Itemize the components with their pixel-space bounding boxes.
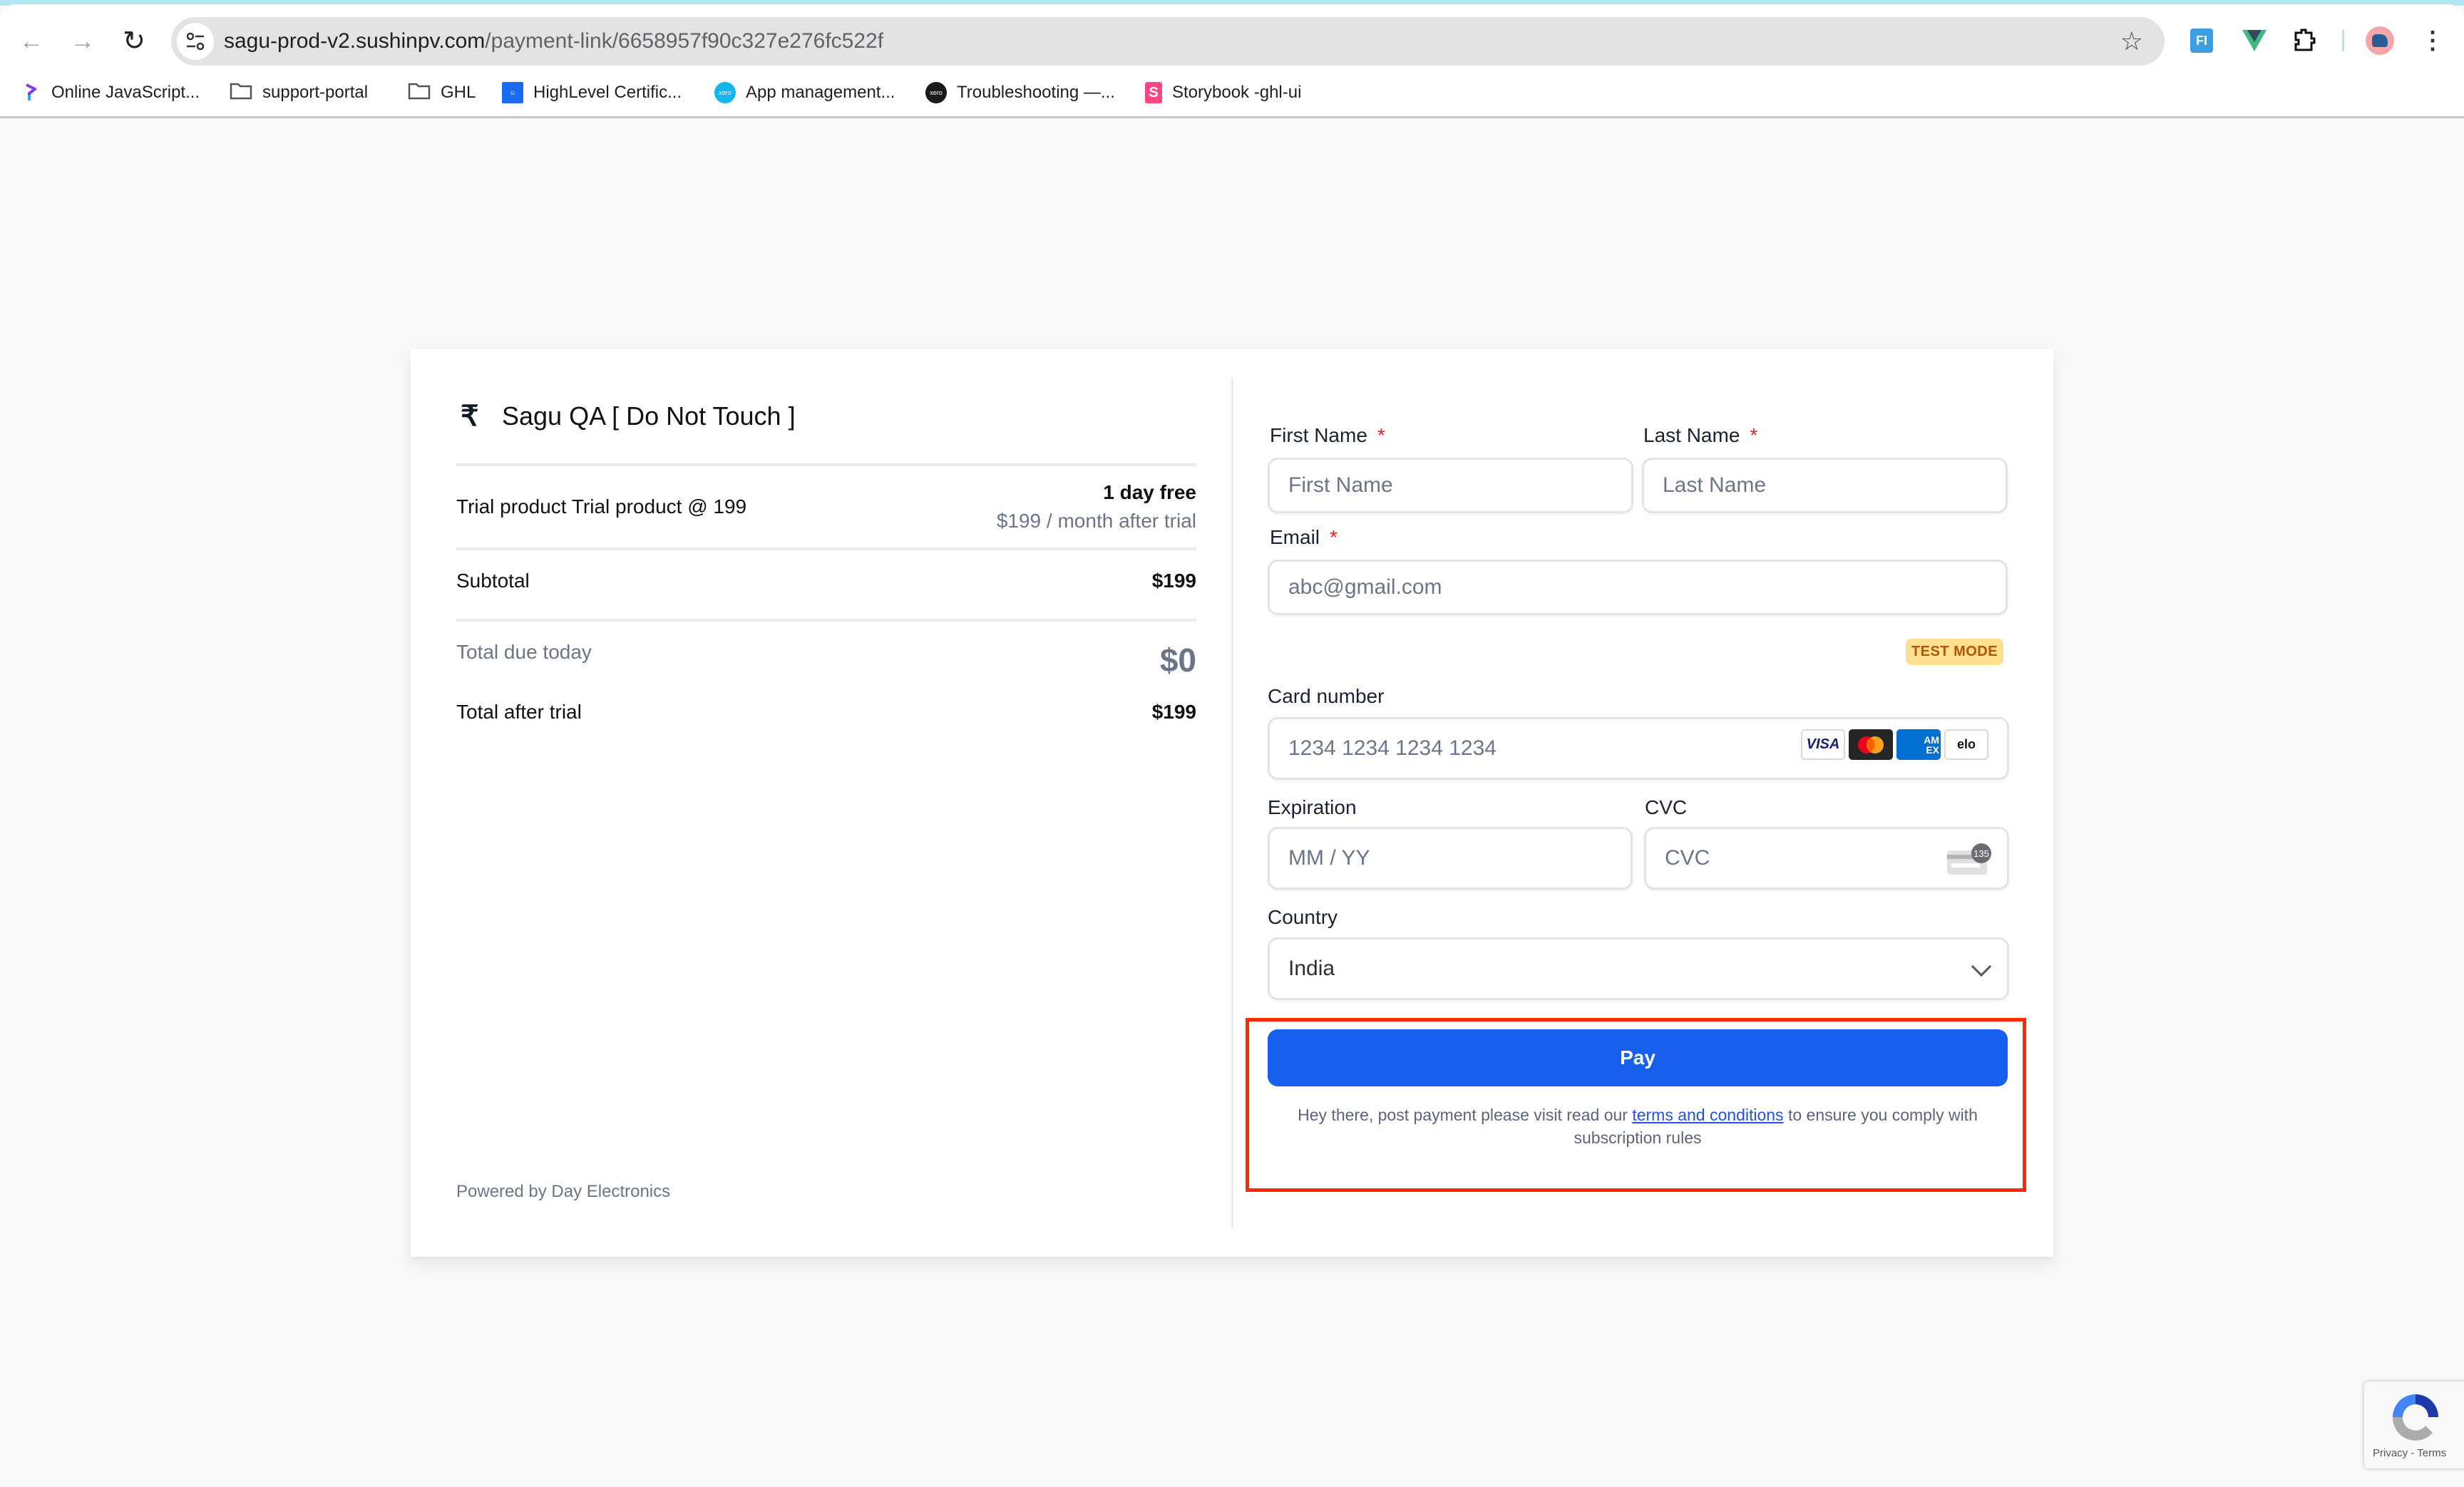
bookmark-support-portal[interactable]: support-portal <box>230 80 368 106</box>
email-input[interactable]: abc@gmail.com <box>1268 560 2008 615</box>
bookmark-label: support-portal <box>262 83 369 102</box>
due-today-label: Total due today <box>456 641 592 663</box>
trial-label: 1 day free <box>1103 481 1196 503</box>
bookmark-app-management[interactable]: xero App management... <box>714 80 895 106</box>
vue-devtools-icon[interactable] <box>2240 26 2269 56</box>
bookmark-label: Storybook -ghl-ui <box>1172 83 1302 102</box>
test-mode-badge: TEST MODE <box>1906 639 2003 665</box>
required-mark: * <box>1377 424 1385 446</box>
profile-avatar[interactable] <box>2366 26 2394 56</box>
label-text: Email <box>1270 526 1320 548</box>
country-select[interactable]: India <box>1268 937 2009 1000</box>
divider <box>456 463 1196 466</box>
storybook-icon: S <box>1145 82 1162 103</box>
url-text[interactable]: sagu-prod-v2.sushinpv.com/payment-link/6… <box>224 27 883 56</box>
recaptcha-logo-icon <box>2388 1390 2443 1448</box>
extensions-puzzle-icon[interactable] <box>2290 26 2319 56</box>
folder-icon <box>408 81 431 105</box>
bookmark-label: Online JavaScript... <box>51 83 200 102</box>
rupee-icon: ₹ <box>461 401 479 432</box>
required-mark: * <box>1330 526 1338 548</box>
expiration-input[interactable]: MM / YY <box>1268 827 1633 890</box>
amex-icon: AM EX <box>1896 729 1941 760</box>
playcode-icon <box>20 82 41 103</box>
after-trial-label: Total after trial <box>456 701 582 723</box>
site-info-button[interactable] <box>177 23 214 60</box>
fi-extension-icon[interactable]: FI <box>2187 26 2216 56</box>
bookmark-ghl[interactable]: GHL <box>408 80 476 106</box>
bookmark-star-icon[interactable]: ☆ <box>2120 26 2143 57</box>
due-today-value: $0 <box>1159 642 1196 679</box>
required-mark: * <box>1750 424 1758 446</box>
menu-kebab-icon[interactable]: ⋮ <box>2418 26 2447 56</box>
trial-after-price: $199 / month after trial <box>996 510 1196 532</box>
highlight-box <box>1246 1018 2026 1192</box>
product-name: Trial product Trial product @ 199 <box>456 495 747 518</box>
cvc-label: CVC <box>1645 796 1688 818</box>
store-name: Sagu QA [ Do Not Touch ] <box>502 401 796 431</box>
last-name-label: Last Name * <box>1643 423 1757 448</box>
highlevel-icon: ☺ <box>502 82 523 103</box>
divider <box>456 619 1196 622</box>
toolbar-separator <box>2342 30 2344 51</box>
tune-icon <box>186 32 205 51</box>
first-name-label: First Name * <box>1270 423 1385 448</box>
placeholder: MM / YY <box>1288 846 1370 870</box>
subtotal-value: $199 <box>1151 570 1196 592</box>
country-value: India <box>1288 957 1335 980</box>
xero-icon: xero <box>714 82 736 103</box>
forward-button[interactable]: → <box>67 26 98 57</box>
card-number-label: Card number <box>1268 685 1385 707</box>
placeholder: Last Name <box>1663 473 1767 497</box>
bookmark-troubleshooting[interactable]: xero Troubleshooting —... <box>925 80 1115 106</box>
powered-by: Powered by Day Electronics <box>456 1182 671 1201</box>
xero-dark-icon: xero <box>925 82 947 103</box>
back-button[interactable]: ← <box>16 26 47 57</box>
url-host: sagu-prod-v2.sushinpv.com <box>224 29 486 53</box>
bookmark-highlevel[interactable]: ☺ HighLevel Certific... <box>502 80 682 106</box>
url-path: /payment-link/6658957f90c327e276fc522f <box>485 29 884 53</box>
visa-icon: VISA <box>1801 729 1845 760</box>
cvc-hint: 135 <box>1971 843 1991 863</box>
elo-icon: elo <box>1944 729 1988 760</box>
bookmark-label: App management... <box>746 83 895 102</box>
bookmark-label: HighLevel Certific... <box>533 83 682 102</box>
subtotal-label: Subtotal <box>456 570 530 592</box>
expiration-label: Expiration <box>1268 796 1357 818</box>
bookmarks-bar: Online JavaScript... support-portal GHL … <box>0 67 2464 118</box>
last-name-input[interactable]: Last Name <box>1642 458 2008 513</box>
label-text: First Name <box>1270 424 1367 446</box>
bookmark-label: GHL <box>441 83 476 102</box>
placeholder: abc@gmail.com <box>1288 575 1442 599</box>
chevron-down-icon <box>1971 956 1992 977</box>
folder-icon <box>230 81 252 105</box>
bookmark-online-javascript[interactable]: Online JavaScript... <box>20 80 200 106</box>
mastercard-icon <box>1849 729 1893 760</box>
country-label: Country <box>1268 906 1338 928</box>
placeholder: 1234 1234 1234 1234 <box>1288 736 1497 760</box>
email-label: Email * <box>1270 525 1338 550</box>
first-name-input[interactable]: First Name <box>1268 458 1633 513</box>
card-brands: VISA AM EX elo <box>1801 729 1988 760</box>
recaptcha-badge[interactable]: Privacy - Terms <box>2364 1381 2464 1468</box>
card-number-input[interactable]: 1234 1234 1234 1234 VISA AM EX elo <box>1268 717 2009 780</box>
reload-icon: ↻ <box>123 26 145 56</box>
bookmark-storybook[interactable]: S Storybook -ghl-ui <box>1145 80 1301 106</box>
cvc-input[interactable]: CVC 135 <box>1644 827 2009 890</box>
label-text: Last Name <box>1643 424 1740 446</box>
after-trial-value: $199 <box>1151 701 1196 723</box>
divider <box>456 547 1196 550</box>
arrow-left-icon: ← <box>19 28 43 55</box>
address-bar[interactable]: sagu-prod-v2.sushinpv.com/payment-link/6… <box>171 17 2165 66</box>
recaptcha-links[interactable]: Privacy - Terms <box>2373 1447 2446 1459</box>
placeholder: First Name <box>1288 473 1393 497</box>
placeholder: CVC <box>1665 846 1710 870</box>
column-divider <box>1231 378 1233 1228</box>
arrow-right-icon: → <box>71 28 95 55</box>
reload-button[interactable]: ↻ <box>118 26 150 57</box>
cvc-card-icon: 135 <box>1947 843 1991 875</box>
browser-toolbar: ← → ↻ sagu-prod-v2.sushinpv.com/payment-… <box>0 4 2464 67</box>
bookmark-label: Troubleshooting —... <box>957 83 1115 102</box>
